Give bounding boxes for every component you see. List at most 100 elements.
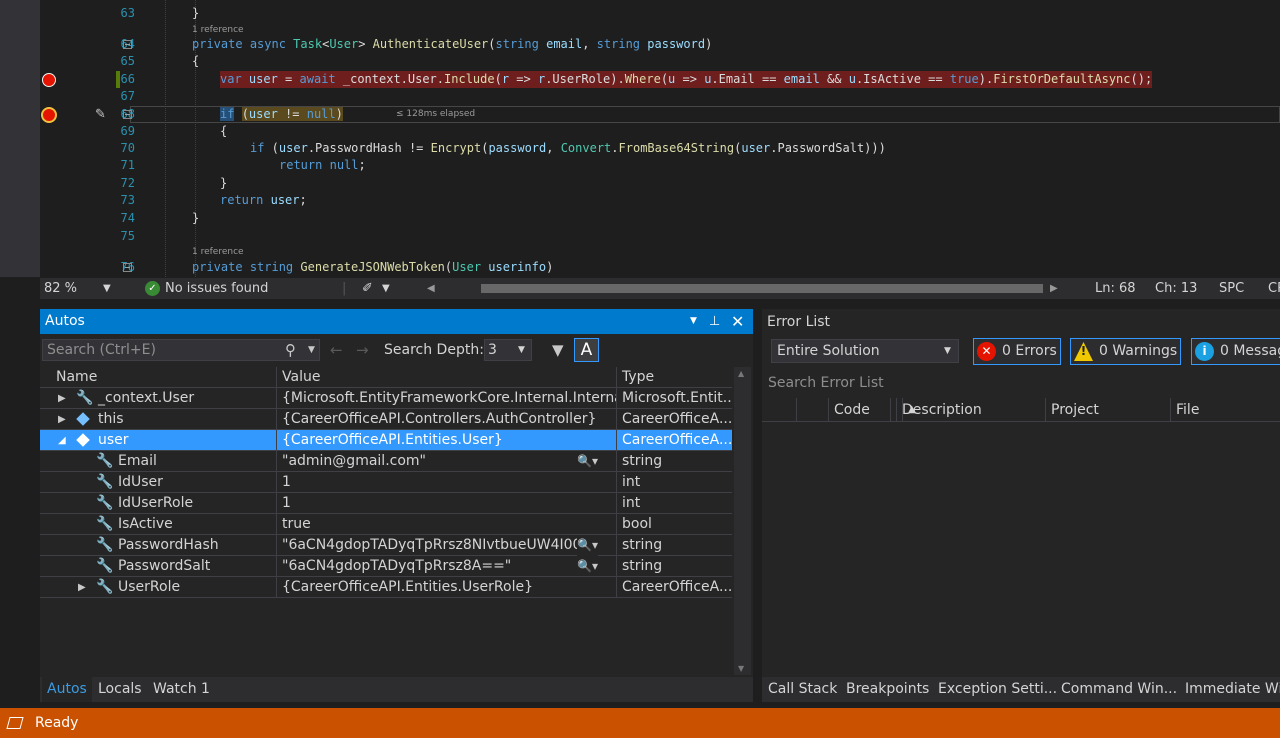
whitespace-indicator[interactable]: SPC (1219, 278, 1244, 299)
issues-status[interactable]: No issues found (165, 278, 268, 299)
tab-autos[interactable]: Autos (42, 677, 92, 702)
code-line-68[interactable]: 68 if (user != null) ≤ 128ms elapsed (40, 106, 1280, 123)
column-header-type[interactable]: Type (617, 367, 732, 388)
code-line-65[interactable]: 65 { (40, 53, 1280, 70)
tab-immediate-window[interactable]: Immediate Wi (1185, 677, 1280, 702)
scroll-right-icon[interactable]: ▶ (1050, 278, 1058, 299)
collapse-icon[interactable] (123, 40, 132, 49)
forward-arrow-icon[interactable]: → (356, 339, 369, 361)
text-visualizer-icon[interactable]: 🔍▾ (577, 451, 598, 472)
tab-call-stack[interactable]: Call Stack (768, 677, 837, 702)
code-line-67[interactable]: 67 (40, 88, 1280, 105)
column-header-description[interactable]: Description ▲ (890, 398, 1045, 422)
chevron-down-icon[interactable]: ▼ (382, 278, 390, 299)
code-line-64[interactable]: 64 private async Task<User> Authenticate… (40, 36, 1280, 53)
table-row[interactable]: 🔧 IdUserRole 1 int (40, 493, 732, 514)
code-line-70[interactable]: 70 if (user.PasswordHash != Encrypt(pass… (40, 140, 1280, 157)
variable-value[interactable]: 1 (277, 472, 617, 493)
table-row[interactable]: ▶ 🔧 _context.User {Microsoft.EntityFrame… (40, 388, 732, 409)
line-ending-indicator[interactable]: CR (1268, 278, 1280, 299)
text-visualizer-icon[interactable]: 🔍▾ (577, 535, 598, 556)
tab-watch-1[interactable]: Watch 1 (153, 677, 210, 702)
scroll-left-icon[interactable]: ◀ (427, 278, 435, 299)
column-indicator[interactable]: Ch: 13 (1155, 278, 1197, 299)
perf-tip[interactable]: ≤ 128ms elapsed (396, 106, 475, 123)
filter-icon[interactable]: ▼ (552, 339, 564, 361)
table-row[interactable]: 🔧 PasswordSalt "6aCN4gdopTADyqTpRrsz8A==… (40, 556, 732, 577)
variable-value[interactable]: true (277, 514, 617, 535)
variable-value[interactable]: {CareerOfficeAPI.Controllers.AuthControl… (277, 409, 617, 430)
scope-select[interactable]: Entire Solution ▼ (771, 339, 959, 363)
chevron-down-icon[interactable]: ▼ (103, 278, 111, 299)
search-input[interactable]: Search (Ctrl+E) (42, 339, 320, 361)
code-text: return null; (279, 158, 366, 172)
error-search-input[interactable]: Search Error List (764, 371, 1280, 395)
column-header-icon[interactable] (796, 398, 830, 422)
collapse-icon[interactable]: ◢ (58, 430, 66, 451)
glyph-margin[interactable] (0, 0, 40, 277)
warnings-filter-button[interactable]: ! 0 Warnings (1070, 338, 1181, 365)
tab-command-window[interactable]: Command Win... (1061, 677, 1177, 702)
variable-value[interactable]: {CareerOfficeAPI.Entities.User} (277, 430, 617, 451)
column-header-value[interactable]: Value (277, 367, 617, 388)
table-row[interactable]: 🔧 PasswordHash "6aCN4gdopTADyqTpRrsz8NIv… (40, 535, 732, 556)
table-row[interactable]: 🔧 IsActive true bool (40, 514, 732, 535)
vertical-scrollbar[interactable]: ▲ ▼ (734, 367, 751, 675)
pin-icon[interactable]: ⊥ (709, 309, 720, 334)
variable-value[interactable]: "6aCN4gdopTADyqTpRrsz8A==" 🔍▾ (277, 556, 617, 577)
code-line-72[interactable]: 72 } (40, 175, 1280, 192)
expand-icon[interactable]: ▶ (58, 388, 66, 409)
messages-filter-button[interactable]: i 0 Messag (1191, 338, 1280, 365)
line-number: 73 (120, 193, 135, 207)
autos-title-bar[interactable]: Autos ▼ ⊥ ✕ (40, 309, 753, 334)
variable-value[interactable]: {Microsoft.EntityFrameworkCore.Internal.… (277, 388, 617, 409)
variable-value[interactable]: "admin@gmail.com" 🔍▾ (277, 451, 617, 472)
window-options-icon[interactable]: ▼ (690, 309, 697, 334)
code-line-74[interactable]: 74 } (40, 210, 1280, 227)
table-row[interactable]: ▶ this {CareerOfficeAPI.Controllers.Auth… (40, 409, 732, 430)
errors-filter-button[interactable]: ✕ 0 Errors (973, 338, 1061, 365)
expand-icon[interactable]: ▶ (58, 409, 66, 430)
code-text: { (220, 124, 228, 138)
variable-value[interactable]: 1 (277, 493, 617, 514)
table-row[interactable]: 🔧 IdUser 1 int (40, 472, 732, 493)
expand-icon[interactable]: ▶ (78, 577, 86, 598)
scroll-up-icon[interactable]: ▲ (738, 369, 744, 378)
column-header-code[interactable]: Code (828, 398, 890, 422)
scroll-down-icon[interactable]: ▼ (738, 664, 744, 673)
line-indicator[interactable]: Ln: 68 (1095, 278, 1136, 299)
table-row[interactable]: ▶ 🔧 UserRole {CareerOfficeAPI.Entities.U… (40, 577, 732, 598)
code-line-69[interactable]: 69 { (40, 123, 1280, 140)
cleanup-brush-icon[interactable]: ✐ (362, 278, 373, 299)
code-editor[interactable]: ✎ 63 } 1 reference 64 private async Task… (0, 0, 1280, 277)
tab-locals[interactable]: Locals (98, 677, 142, 702)
chevron-down-icon[interactable]: ▼ (308, 339, 315, 361)
column-header-file[interactable]: File (1170, 398, 1280, 422)
column-header-project[interactable]: Project (1045, 398, 1170, 422)
table-row[interactable]: 🔧 Email "admin@gmail.com" 🔍▾ string (40, 451, 732, 472)
code-line-75[interactable]: 75 (40, 228, 1280, 245)
text-search-toggle-icon[interactable]: A (574, 338, 599, 362)
zoom-level[interactable]: 82 % (44, 278, 77, 299)
table-row[interactable]: ◢ user {CareerOfficeAPI.Entities.User} C… (40, 430, 732, 451)
back-arrow-icon[interactable]: ← (330, 339, 343, 361)
code-line-73[interactable]: 73 return user; (40, 192, 1280, 209)
collapse-icon[interactable] (123, 263, 132, 272)
tab-exception-settings[interactable]: Exception Setti... (938, 677, 1057, 702)
horizontal-scrollbar-thumb[interactable] (481, 284, 1043, 293)
column-header-name[interactable]: Name (40, 367, 277, 388)
code-line-66[interactable]: 66 var user = await _context.User.Includ… (40, 71, 1280, 88)
variable-value[interactable]: {CareerOfficeAPI.Entities.UserRole} (277, 577, 617, 598)
code-line-76[interactable]: 76 private string GenerateJSONWebToken(U… (40, 259, 1280, 276)
text-visualizer-icon[interactable]: 🔍▾ (577, 556, 598, 577)
code-line-71[interactable]: 71 return null; (40, 157, 1280, 174)
error-list-title[interactable]: Error List (767, 311, 830, 333)
code-text: } (220, 176, 228, 190)
collapse-icon[interactable] (123, 110, 132, 119)
variable-value[interactable]: "6aCN4gdopTADyqTpRrsz8NIvtbueUW4I00... 🔍… (277, 535, 617, 556)
search-icon[interactable]: ⚲ (285, 339, 296, 361)
tab-breakpoints[interactable]: Breakpoints (846, 677, 929, 702)
close-icon[interactable]: ✕ (731, 309, 744, 334)
search-depth-select[interactable]: 3 ▼ (484, 339, 532, 361)
code-line-63[interactable]: 63 } (40, 5, 1280, 22)
